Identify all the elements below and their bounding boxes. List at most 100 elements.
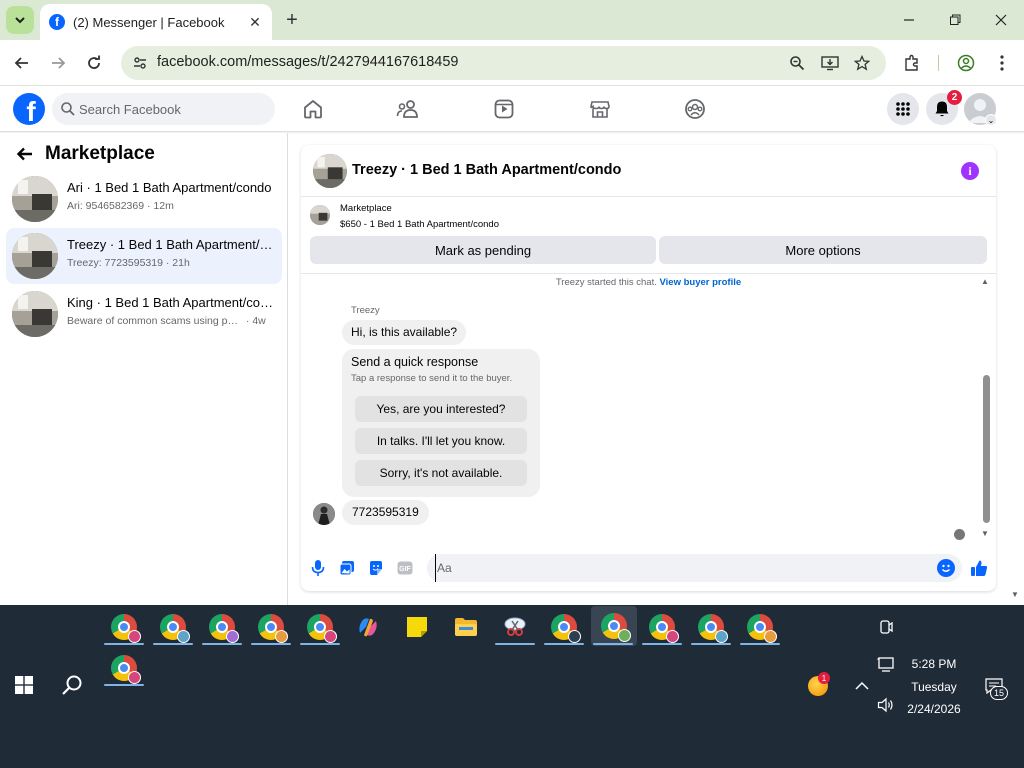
clock-date[interactable]: 2/24/2026 <box>896 702 972 716</box>
back-arrow-icon[interactable] <box>14 143 36 165</box>
chrome-profile-app[interactable] <box>742 609 778 645</box>
chat-panel: Treezy · 1 Bed 1 Bath Apartment/condo i … <box>301 145 996 591</box>
svg-text:GIF: GIF <box>399 566 411 573</box>
reload-button[interactable] <box>82 51 106 75</box>
file-explorer-app-icon[interactable] <box>448 609 484 645</box>
message-bubble: 7723595319 <box>342 500 429 525</box>
quick-response-button[interactable]: In talks. I'll let you know. <box>355 428 527 454</box>
chat-started-notice: Treezy started this chat. View buyer pro… <box>301 277 996 288</box>
close-tab-icon[interactable]: ✕ <box>246 13 264 31</box>
chrome-profile-app[interactable] <box>155 609 191 645</box>
chrome-profile-app[interactable] <box>302 609 338 645</box>
app-running-indicator <box>495 643 535 645</box>
quick-response-button[interactable]: Sorry, it's not available. <box>355 460 527 486</box>
address-bar[interactable]: facebook.com/messages/t/2427944167618459 <box>121 46 886 80</box>
minimize-button[interactable] <box>897 8 921 32</box>
bookmark-star-icon[interactable] <box>852 53 872 73</box>
meet-now-icon[interactable] <box>868 609 904 645</box>
conversation-item[interactable]: Ari · 1 Bed 1 Bath Apartment/condo Ari: … <box>6 171 282 227</box>
nav-friends-icon[interactable] <box>395 96 421 122</box>
tab-search-button[interactable] <box>6 6 34 34</box>
tray-app-icon[interactable]: 1 <box>800 668 836 704</box>
message-bubble: Hi, is this available? <box>342 320 467 345</box>
listing-price[interactable]: $650 - 1 Bed 1 Bath Apartment/condo <box>340 219 499 230</box>
nav-marketplace-icon[interactable] <box>587 96 613 122</box>
chrome-profile-app[interactable] <box>644 609 680 645</box>
listing-small-thumbnail <box>310 205 330 225</box>
chrome-profile-app-active[interactable] <box>591 606 637 646</box>
conversation-subtitle: Treezy: 7723595319 · 21h <box>67 257 277 269</box>
view-buyer-profile-link[interactable]: View buyer profile <box>660 277 742 288</box>
conversation-time: · 21h <box>165 257 190 269</box>
browser-toolbar: facebook.com/messages/t/2427944167618459 <box>0 40 1024 86</box>
chrome-profile-app[interactable] <box>204 609 240 645</box>
photo-icon[interactable] <box>337 558 357 578</box>
search-icon <box>61 102 75 116</box>
scroll-up-arrow-icon[interactable]: ▲ <box>981 277 989 286</box>
back-button[interactable] <box>10 51 34 75</box>
chrome-menu-icon[interactable] <box>990 51 1014 75</box>
nav-groups-icon[interactable] <box>682 96 708 122</box>
more-options-button[interactable]: More options <box>659 236 987 264</box>
taskbar-search-button[interactable] <box>54 667 90 703</box>
message-input[interactable] <box>435 554 925 582</box>
quick-response-card: Send a quick response Tap a response to … <box>342 349 540 497</box>
chrome-profile-app[interactable] <box>106 650 142 686</box>
info-icon[interactable]: i <box>961 162 979 180</box>
facebook-favicon-icon: f <box>49 14 65 30</box>
search-icon <box>62 675 82 695</box>
site-settings-icon[interactable] <box>130 53 150 73</box>
nav-home-icon[interactable] <box>300 96 326 122</box>
clock-day[interactable]: Tuesday <box>896 680 972 694</box>
notification-center-button[interactable]: 15 <box>976 668 1012 704</box>
facebook-logo-icon[interactable]: f <box>13 93 45 125</box>
chrome-profile-app[interactable] <box>253 609 289 645</box>
forward-button[interactable] <box>46 51 70 75</box>
quick-response-title: Send a quick response <box>351 355 479 369</box>
restore-button[interactable] <box>943 8 967 32</box>
new-tab-button[interactable]: + <box>281 9 303 31</box>
page-scroll-down-icon[interactable]: ▼ <box>1011 590 1019 599</box>
sticky-notes-app-icon[interactable] <box>399 609 435 645</box>
conversation-subtitle: Beware of common scams using pay... · 4w <box>67 315 277 327</box>
profile-icon[interactable] <box>954 51 978 75</box>
emoji-icon[interactable] <box>937 559 955 577</box>
close-window-button[interactable] <box>989 8 1013 32</box>
chrome-profile-app[interactable] <box>106 609 142 645</box>
install-app-icon[interactable] <box>820 53 840 73</box>
zoom-icon[interactable] <box>787 53 807 73</box>
chrome-profile-app[interactable] <box>546 609 582 645</box>
facebook-search[interactable] <box>52 93 275 125</box>
conversation-item-active[interactable]: Treezy · 1 Bed 1 Bath Apartment/c... Tre… <box>6 228 282 284</box>
quick-response-subtitle: Tap a response to send it to the buyer. <box>351 373 513 384</box>
notification-count-badge: 15 <box>990 686 1008 700</box>
copilot-app-icon[interactable] <box>350 609 386 645</box>
gif-icon[interactable]: GIF <box>395 558 415 578</box>
menu-grid-button[interactable] <box>887 93 919 125</box>
microphone-icon[interactable] <box>308 558 328 578</box>
listing-avatar[interactable] <box>313 154 347 188</box>
snipping-tool-app-icon[interactable] <box>497 609 533 645</box>
clock-time[interactable]: 5:28 PM <box>896 657 972 671</box>
facebook-header: f <box>0 87 1024 132</box>
sticker-icon[interactable] <box>366 558 386 578</box>
chevron-down-icon[interactable]: ⌄ <box>985 114 997 126</box>
app-running-indicator <box>300 643 340 645</box>
conversation-item[interactable]: King · 1 Bed 1 Bath Apartment/con... Bew… <box>6 286 282 342</box>
chat-scrollbar[interactable] <box>983 375 990 523</box>
scroll-down-arrow-icon[interactable]: ▼ <box>981 529 989 538</box>
windows-start-button[interactable] <box>0 667 48 703</box>
nav-video-icon[interactable] <box>491 96 517 122</box>
app-running-indicator <box>104 643 144 645</box>
chat-title[interactable]: Treezy · 1 Bed 1 Bath Apartment/condo <box>352 162 621 178</box>
chrome-profile-app[interactable] <box>693 609 729 645</box>
tab-title: (2) Messenger | Facebook <box>73 14 225 30</box>
facebook-search-input[interactable] <box>79 93 269 125</box>
sender-avatar[interactable] <box>313 503 335 525</box>
mark-pending-button[interactable]: Mark as pending <box>310 236 656 264</box>
quick-response-button[interactable]: Yes, are you interested? <box>355 396 527 422</box>
thumbs-up-icon[interactable] <box>969 558 989 578</box>
conversation-title: King · 1 Bed 1 Bath Apartment/con... <box>67 295 273 310</box>
browser-tab[interactable]: f (2) Messenger | Facebook ✕ <box>40 4 272 40</box>
extensions-icon[interactable] <box>900 51 924 75</box>
